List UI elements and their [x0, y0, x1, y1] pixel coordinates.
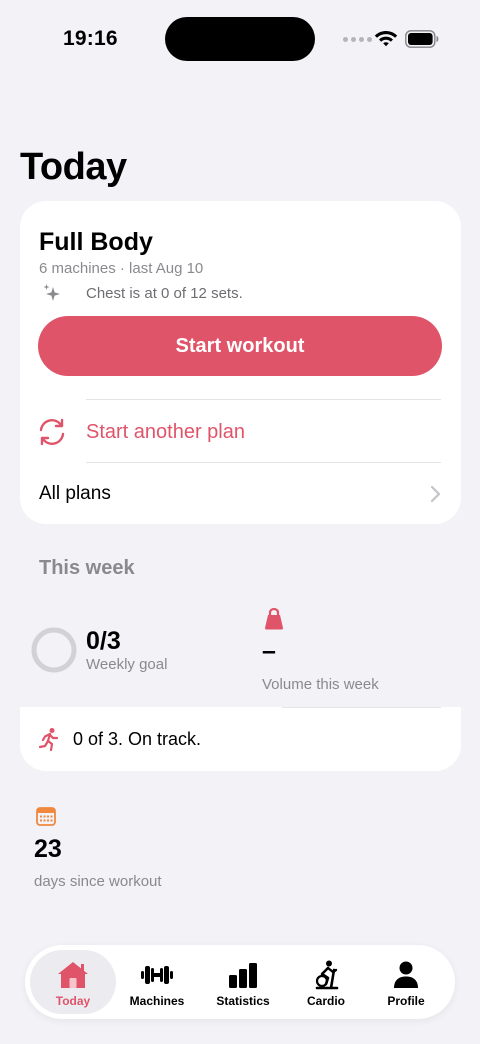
tab-profile[interactable]: Profile — [363, 950, 449, 1014]
kettlebell-icon — [265, 607, 283, 630]
tab-label: Statistics — [216, 994, 270, 1008]
start-another-plan-label: Start another plan — [86, 421, 245, 443]
start-another-plan-row[interactable]: Start another plan — [20, 401, 461, 463]
dumbbell-icon — [141, 966, 173, 984]
plan-name: Full Body — [39, 228, 153, 256]
tab-label: Today — [55, 994, 91, 1008]
cellular-signal-icon — [343, 37, 372, 42]
days-since-label: days since workout — [34, 873, 162, 890]
start-workout-button[interactable]: Start workout — [38, 316, 442, 376]
tab-label: Cardio — [306, 994, 345, 1008]
all-plans-label: All plans — [39, 483, 111, 504]
refresh-icon — [39, 418, 65, 446]
bar-chart-icon — [229, 963, 257, 988]
volume-value: – — [262, 637, 276, 665]
status-bar: 19:16 — [0, 0, 480, 80]
divider — [282, 707, 441, 708]
page-title: Today — [20, 146, 127, 188]
tab-statistics[interactable]: Statistics — [200, 950, 286, 1014]
tab-cardio[interactable]: Cardio — [283, 950, 369, 1014]
wifi-icon — [374, 31, 398, 47]
house-icon — [58, 962, 88, 988]
weekly-goal-label: Weekly goal — [86, 656, 168, 673]
exercise-bike-icon — [315, 960, 339, 990]
weekly-goal-ring — [31, 627, 77, 673]
person-icon — [394, 961, 418, 988]
all-plans-row[interactable]: All plans — [20, 463, 461, 524]
plan-hint: Chest is at 0 of 12 sets. — [86, 285, 243, 302]
tab-label: Profile — [387, 994, 425, 1008]
dynamic-island — [165, 17, 315, 61]
status-time: 19:16 — [63, 27, 118, 50]
on-track-card: 0 of 3. On track. — [20, 707, 461, 771]
tab-today[interactable]: Today — [30, 950, 116, 1014]
calendar-icon — [36, 807, 56, 826]
on-track-label: 0 of 3. On track. — [73, 729, 202, 749]
sparkle-icon — [43, 284, 60, 301]
days-since-value: 23 — [34, 835, 62, 863]
plan-card: Full Body 6 machines · last Aug 10 Chest… — [20, 201, 461, 524]
runner-icon — [38, 728, 59, 751]
tab-label: Machines — [129, 994, 185, 1008]
tab-machines[interactable]: Machines — [114, 950, 200, 1014]
chevron-right-icon — [430, 485, 441, 503]
battery-icon — [405, 30, 439, 48]
plan-meta: 6 machines · last Aug 10 — [39, 260, 204, 277]
volume-label: Volume this week — [262, 676, 379, 693]
divider — [86, 399, 441, 400]
tab-bar: Today Machines Statistics Cardio Profile — [25, 945, 455, 1019]
weekly-goal-value: 0/3 — [86, 627, 121, 655]
week-header: This week — [39, 557, 135, 579]
